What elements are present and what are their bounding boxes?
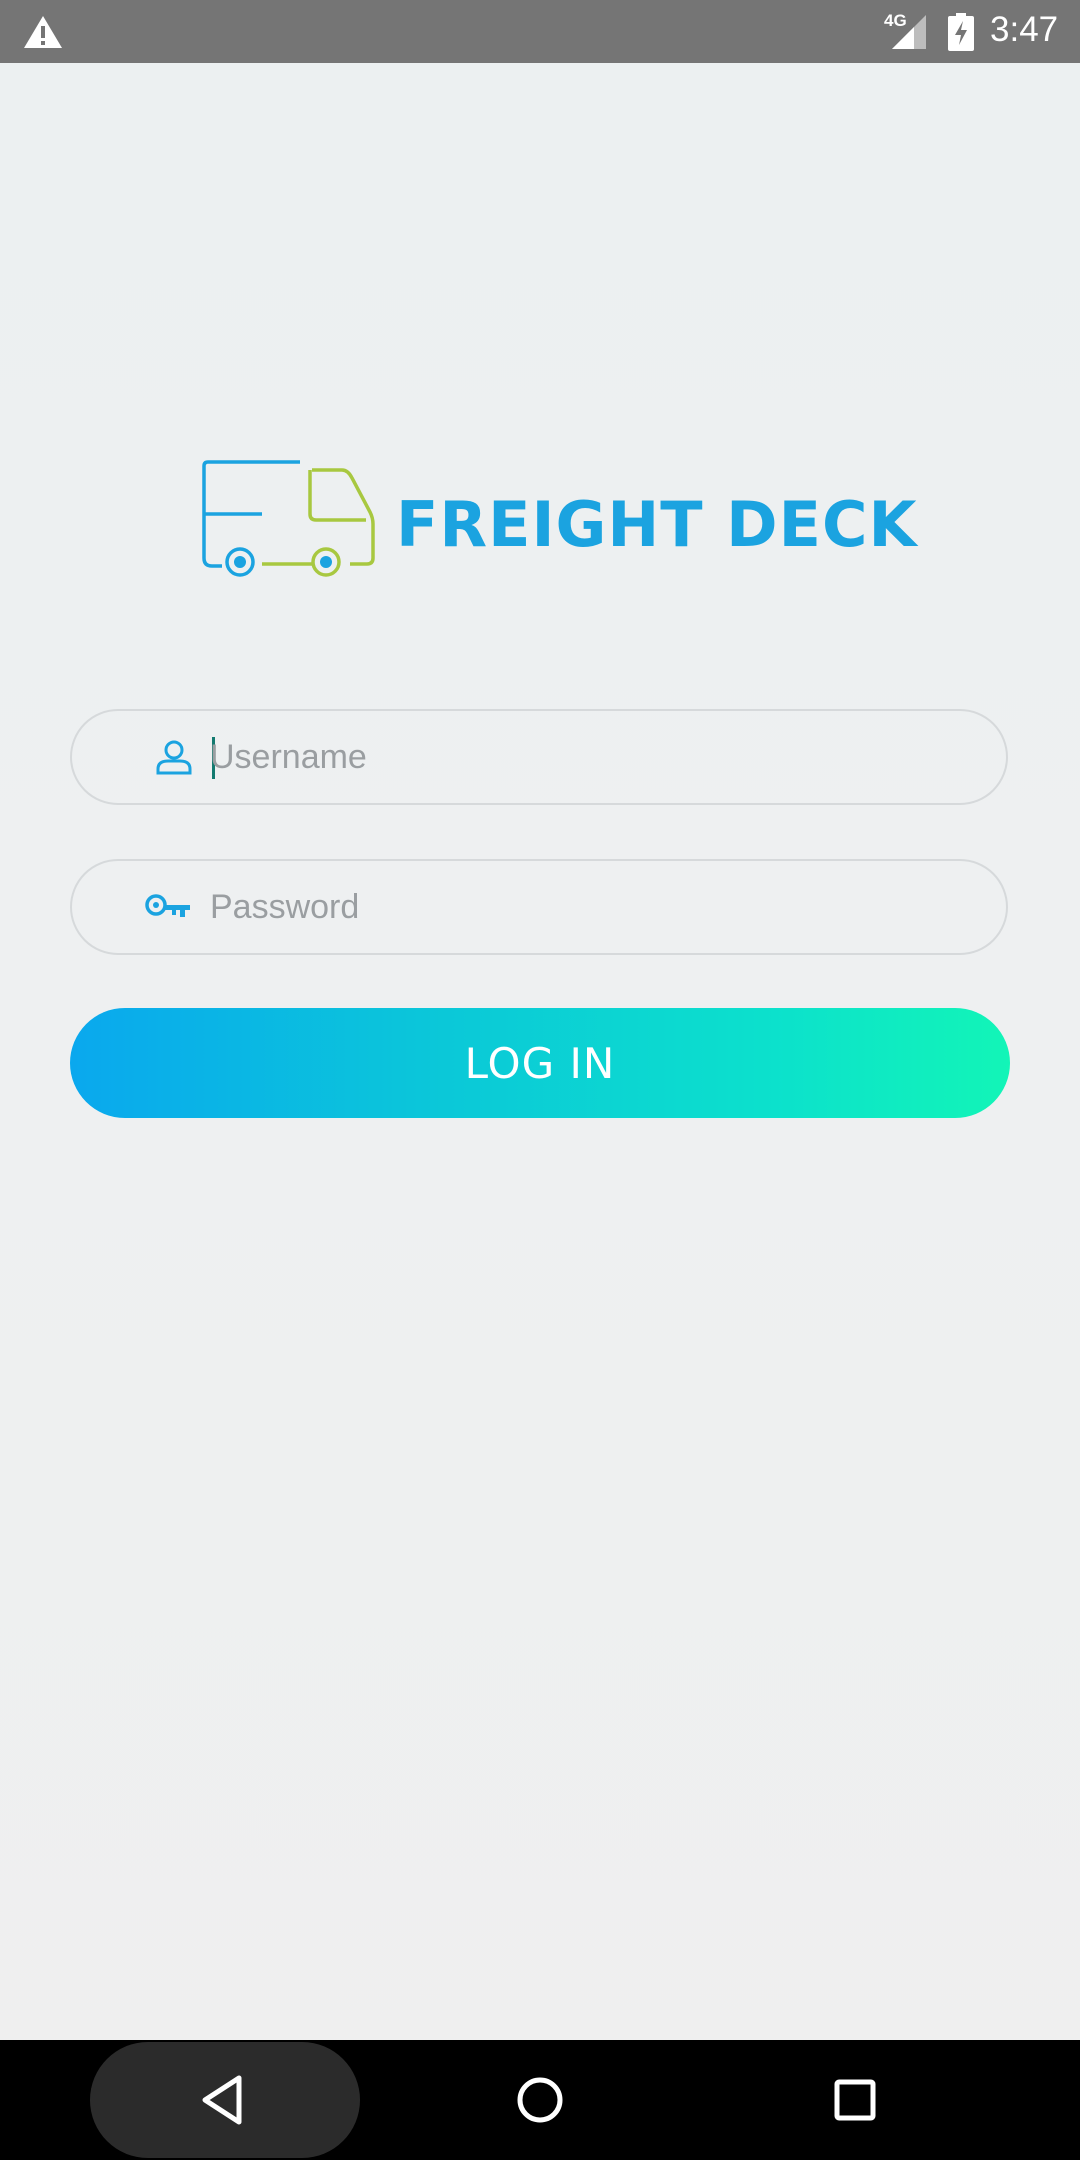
- back-icon[interactable]: [195, 2070, 255, 2130]
- key-icon: [144, 891, 192, 930]
- username-field[interactable]: [70, 709, 1008, 805]
- truck-icon: [202, 460, 375, 577]
- navigation-bar: [0, 2040, 1080, 2160]
- battery-charging-icon: [948, 13, 974, 56]
- user-icon: [154, 737, 194, 782]
- app-logo: FREIGHT DECK: [200, 458, 917, 583]
- brand-name: FREIGHT DECK: [396, 488, 918, 561]
- recents-icon[interactable]: [825, 2070, 885, 2130]
- clock: 3:47: [990, 10, 1059, 49]
- password-field[interactable]: [70, 859, 1008, 955]
- signal-icon: [888, 13, 930, 56]
- username-input[interactable]: [210, 711, 970, 803]
- warning-icon: [22, 14, 64, 55]
- login-button[interactable]: LOG IN: [70, 1008, 1010, 1118]
- status-bar: 4G 3:47: [0, 0, 1080, 63]
- password-input[interactable]: [210, 861, 970, 953]
- home-icon[interactable]: [510, 2070, 570, 2130]
